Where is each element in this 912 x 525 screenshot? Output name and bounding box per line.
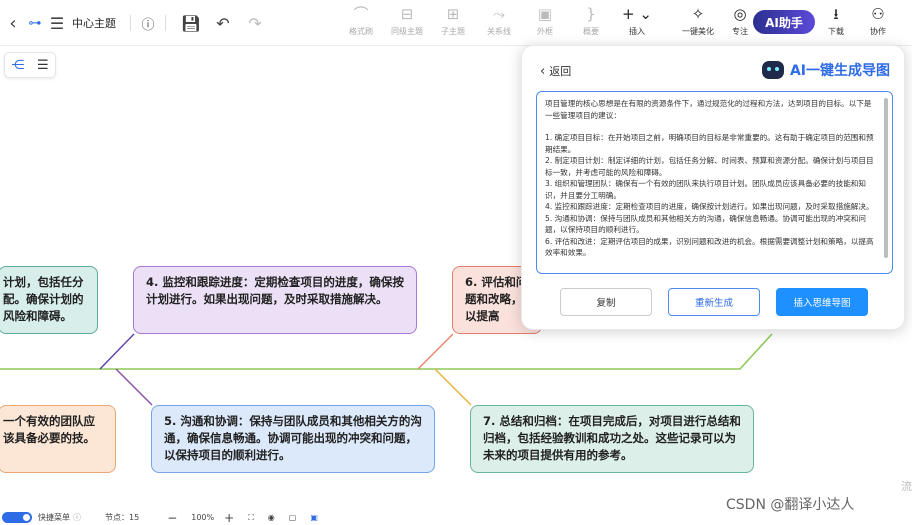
zoom-in-icon[interactable]: + — [224, 511, 234, 525]
back-button[interactable]: ‹ 返回 — [540, 63, 571, 79]
branch-line-5 — [115, 368, 153, 406]
shortcut-menu-label: 快捷菜单 — [38, 513, 70, 522]
chevron-left-icon: ‹ — [540, 63, 546, 79]
locate-icon[interactable]: ◉ — [268, 513, 275, 522]
text-paragraph: 3. 组织和管理团队：确保有一个有效的团队来执行项目计划。团队成员应该具备必要的… — [545, 179, 866, 200]
robot-icon — [761, 61, 784, 79]
topic-node-3[interactable]: 计划，包括任分配。确保计划的风险和障碍。 — [0, 266, 98, 334]
csdn-watermark: CSDN @翻译小达人 — [726, 497, 855, 513]
topic-node-4[interactable]: 4. 监控和跟踪进度：定期检查项目的进度，确保按计划进行。如果出现问题，及时采取… — [133, 266, 417, 334]
insert-mindmap-button[interactable]: 插入思维导图 — [776, 288, 868, 316]
topic-node-2[interactable]: 一个有效的团队应该具备必要的技。 — [0, 405, 116, 473]
branch-line-6 — [417, 333, 454, 370]
zoom-out-icon[interactable]: − — [167, 511, 177, 525]
topic-node-5[interactable]: 5. 沟通和协调：保持与团队成员和其他相关方的沟通，确保信息畅通。协调可能出现的… — [151, 405, 435, 473]
shortcut-menu-toggle[interactable] — [2, 512, 32, 523]
branch-line-4 — [99, 333, 135, 370]
node-count: 节点：15 — [105, 513, 140, 522]
edge-text: 流 — [901, 480, 912, 493]
branch-line-7 — [434, 368, 472, 406]
robot-icon[interactable]: ▣ — [310, 513, 318, 522]
generated-text-area[interactable]: 项目管理的核心思想是在有限的资源条件下，通过规范化的过程和方法，达到项目的目标。… — [536, 91, 893, 274]
text-scrollbar[interactable] — [884, 98, 888, 258]
panel-title: AI一键生成导图 — [761, 60, 890, 80]
text-paragraph: 2. 制定项目计划：制定详细的计划，包括任务分解、时间表、预算和资源分配。确保计… — [545, 156, 874, 177]
help-icon[interactable]: ⓘ — [73, 512, 81, 523]
text-paragraph: 4. 监控和跟踪进度：定期检查项目的进度，确保按计划进行。如果出现问题，及时采取… — [545, 202, 874, 211]
zoom-level[interactable]: 100% — [191, 513, 214, 522]
text-paragraph: 项目管理的核心思想是在有限的资源条件下，通过规范化的过程和方法，达到项目的目标。… — [545, 99, 872, 120]
fit-screen-icon[interactable]: ⛶ — [248, 513, 254, 523]
back-label: 返回 — [549, 65, 572, 78]
topic-node-7[interactable]: 7. 总结和归档：在项目完成后，对项目进行总结和归档，包括经验教训和成功之处。这… — [470, 405, 754, 473]
map-icon[interactable]: ▢ — [289, 513, 297, 522]
text-paragraph: 5. 沟通和协调：保持与团队成员和其他相关方的沟通，确保信息畅通。协调可能出现的… — [545, 213, 866, 235]
copy-button[interactable]: 复制 — [560, 288, 652, 316]
regenerate-button[interactable]: 重新生成 — [668, 288, 760, 316]
ai-generate-panel: ‹ 返回 AI一键生成导图 项目管理的核心思想是在有限的资源条件下，通过规范化的… — [521, 45, 905, 330]
main-branch-line — [0, 333, 773, 370]
text-paragraph: 1. 确定项目目标：在开始项目之前，明确项目的目标是非常重要的。这有助于确定项目… — [545, 133, 874, 154]
panel-actions: 复制 重新生成 插入思维导图 — [560, 288, 868, 316]
panel-title-text: AI一键生成导图 — [789, 63, 890, 79]
text-paragraph: 6. 评估和改进：定期评估项目的成果，识别问题和改进的机会。根据需要调整计划和策… — [545, 236, 874, 258]
